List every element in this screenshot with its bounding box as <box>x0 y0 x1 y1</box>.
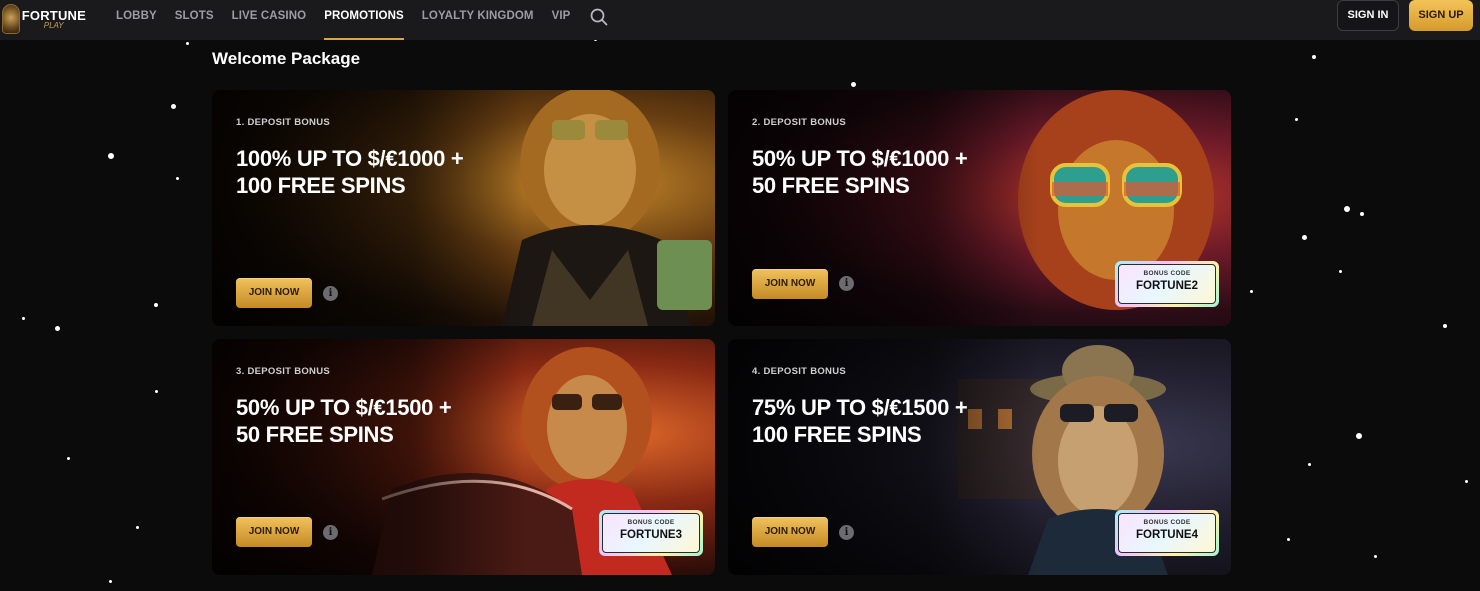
info-icon[interactable]: i <box>323 286 338 301</box>
card-eyebrow: 4. DEPOSIT BONUS <box>752 366 847 377</box>
star <box>1443 324 1447 328</box>
join-now-button[interactable]: JOIN NOW <box>236 517 312 547</box>
main-nav: LOBBY SLOTS LIVE CASINO PROMOTIONS LOYAL… <box>116 0 608 40</box>
promo-card-2[interactable]: 2. DEPOSIT BONUS 50% UP TO $/€1000 + 50 … <box>728 90 1231 326</box>
card-headline: 50% UP TO $/€1000 + 50 FREE SPINS <box>752 145 968 199</box>
headline-line-1: 50% UP TO $/€1500 + <box>236 395 452 420</box>
lion-logo-icon <box>2 4 20 34</box>
info-icon[interactable]: i <box>839 276 854 291</box>
star <box>136 526 139 529</box>
star <box>1302 235 1307 240</box>
logo-text-top: FORTUNE <box>21 7 86 23</box>
headline-line-2: 100 FREE SPINS <box>236 173 406 198</box>
star <box>1360 212 1364 216</box>
star <box>109 580 112 583</box>
star <box>1295 118 1298 121</box>
headline-line-2: 50 FREE SPINS <box>752 173 910 198</box>
star <box>1250 290 1253 293</box>
promo-card-3[interactable]: 3. DEPOSIT BONUS 50% UP TO $/€1500 + 50 … <box>212 339 715 575</box>
section-title: Welcome Package <box>212 49 361 68</box>
promo-card-4[interactable]: 4. DEPOSIT BONUS 75% UP TO $/€1500 + 100… <box>728 339 1231 575</box>
star <box>55 326 60 331</box>
star <box>176 177 179 180</box>
sign-in-button[interactable]: SIGN IN <box>1337 0 1399 31</box>
star <box>155 390 158 393</box>
headline-line-1: 100% UP TO $/€1000 + <box>236 146 464 171</box>
join-now-button[interactable]: JOIN NOW <box>236 278 312 308</box>
nav-item-loyalty-kingdom[interactable]: LOYALTY KINGDOM <box>422 0 534 40</box>
headline-line-1: 50% UP TO $/€1000 + <box>752 146 968 171</box>
join-now-button[interactable]: JOIN NOW <box>752 269 828 299</box>
bonus-code-badge[interactable]: BONUS CODE FORTUNE2 <box>1115 261 1219 307</box>
nav-item-live-casino[interactable]: LIVE CASINO <box>232 0 307 40</box>
bonus-code-label: BONUS CODE <box>1143 519 1191 526</box>
headline-line-1: 75% UP TO $/€1500 + <box>752 395 968 420</box>
star <box>186 42 189 45</box>
star <box>171 104 176 109</box>
bonus-code-badge[interactable]: BONUS CODE FORTUNE3 <box>599 510 703 556</box>
star <box>1465 480 1468 483</box>
star <box>1312 55 1316 59</box>
info-icon[interactable]: i <box>839 525 854 540</box>
star <box>154 303 158 307</box>
nav-item-promotions[interactable]: PROMOTIONS <box>324 0 404 40</box>
bonus-code-label: BONUS CODE <box>1143 270 1191 277</box>
card-eyebrow: 1. DEPOSIT BONUS <box>236 117 331 128</box>
card-headline: 100% UP TO $/€1000 + 100 FREE SPINS <box>236 145 464 199</box>
join-now-button[interactable]: JOIN NOW <box>752 517 828 547</box>
card-headline: 75% UP TO $/€1500 + 100 FREE SPINS <box>752 394 968 448</box>
star <box>108 153 114 159</box>
top-navigation-bar: FORTUNE PLAY LOBBY SLOTS LIVE CASINO PRO… <box>0 0 1480 40</box>
card-headline: 50% UP TO $/€1500 + 50 FREE SPINS <box>236 394 452 448</box>
nav-item-slots[interactable]: SLOTS <box>175 0 214 40</box>
card-eyebrow: 3. DEPOSIT BONUS <box>236 366 331 377</box>
star <box>1308 463 1311 466</box>
star <box>851 82 856 87</box>
promo-card-1[interactable]: 1. DEPOSIT BONUS 100% UP TO $/€1000 + 10… <box>212 90 715 326</box>
headline-line-2: 100 FREE SPINS <box>752 422 922 447</box>
star <box>22 317 25 320</box>
bonus-code-label: BONUS CODE <box>627 519 675 526</box>
star <box>67 457 70 460</box>
nav-item-lobby[interactable]: LOBBY <box>116 0 157 40</box>
star <box>1374 555 1377 558</box>
star <box>1339 270 1342 273</box>
info-icon[interactable]: i <box>323 525 338 540</box>
logo-wordmark: FORTUNE PLAY <box>22 9 86 30</box>
logo-text-bottom: PLAY <box>43 20 64 30</box>
bonus-code-value: FORTUNE3 <box>620 529 682 541</box>
bonus-code-value: FORTUNE2 <box>1136 280 1198 292</box>
star <box>1287 538 1290 541</box>
sign-up-button[interactable]: SIGN UP <box>1409 0 1473 31</box>
headline-line-2: 50 FREE SPINS <box>236 422 394 447</box>
bonus-code-badge[interactable]: BONUS CODE FORTUNE4 <box>1115 510 1219 556</box>
nav-item-vip[interactable]: VIP <box>552 0 571 40</box>
star <box>1344 206 1350 212</box>
search-icon[interactable] <box>590 8 608 26</box>
site-logo[interactable]: FORTUNE PLAY <box>2 2 86 36</box>
star <box>1356 433 1362 439</box>
bonus-code-value: FORTUNE4 <box>1136 529 1198 541</box>
card-eyebrow: 2. DEPOSIT BONUS <box>752 117 847 128</box>
